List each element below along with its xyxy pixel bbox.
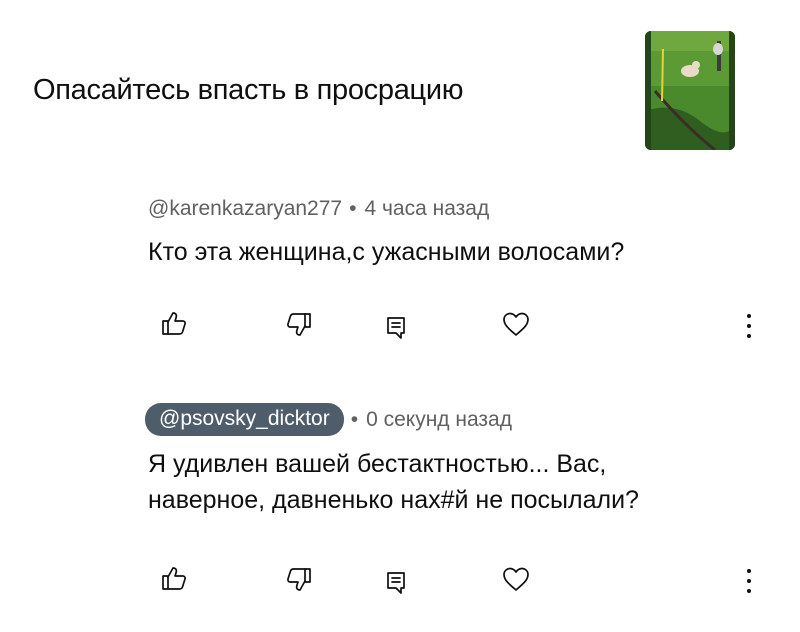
heart-button[interactable]: [501, 309, 531, 339]
comment-author-highlighted[interactable]: @psovsky_dicktor: [145, 403, 344, 436]
like-button[interactable]: [159, 308, 189, 338]
reply-icon: [387, 572, 405, 594]
like-button[interactable]: [159, 563, 189, 593]
more-vert-dot: [747, 579, 751, 583]
comment-meta: @psovsky_dicktor • 0 секунд назад: [145, 403, 639, 436]
more-options-button[interactable]: [744, 566, 754, 596]
reply-button[interactable]: [381, 312, 411, 342]
dislike-button[interactable]: [284, 310, 314, 340]
meta-separator: •: [349, 197, 357, 220]
dislike-button[interactable]: [284, 565, 314, 595]
more-vert-icon: [747, 569, 751, 573]
video-title[interactable]: Опасайтесь впасть в просрацию: [33, 74, 464, 107]
comment-text: Кто эта женщина,с ужасными волосами?: [148, 234, 624, 270]
heart-button[interactable]: [501, 564, 531, 594]
thumbs-down-icon: [287, 313, 311, 336]
more-options-button[interactable]: [744, 311, 754, 341]
more-vert-dot: [747, 324, 751, 328]
comment-time: 0 секунд назад: [366, 407, 512, 431]
comment-time: 4 часа назад: [364, 197, 490, 220]
more-vert-icon: [747, 314, 751, 318]
thumbs-up-icon: [162, 312, 186, 335]
reply-button[interactable]: [381, 567, 411, 597]
comment-text-line: наверное, давненько нах#й не посылали?: [148, 486, 639, 514]
comment-item: @psovsky_dicktor • 0 секунд назад Я удив…: [145, 403, 639, 518]
more-vert-dot: [747, 334, 751, 338]
heart-icon: [503, 567, 529, 591]
comment-meta: @karenkazaryan277 • 4 часа назад: [148, 197, 624, 221]
comment-item: @karenkazaryan277 • 4 часа назад Кто эта…: [148, 197, 624, 270]
more-vert-dot: [747, 589, 751, 593]
comment-author[interactable]: @karenkazaryan277: [148, 197, 342, 221]
comment-text: Я удивлен вашей бестактностью... Вас, на…: [148, 446, 639, 518]
heart-icon: [503, 312, 529, 336]
meta-separator: •: [350, 407, 359, 431]
thumbs-down-icon: [287, 568, 311, 591]
comment-text-line: Кто эта женщина,с ужасными волосами?: [148, 238, 625, 266]
reply-icon: [387, 317, 405, 339]
comment-text-line: Я удивлен вашей бестактностью... Вас,: [148, 450, 607, 478]
video-thumbnail[interactable]: [645, 31, 735, 150]
thumbs-up-icon: [162, 567, 186, 590]
